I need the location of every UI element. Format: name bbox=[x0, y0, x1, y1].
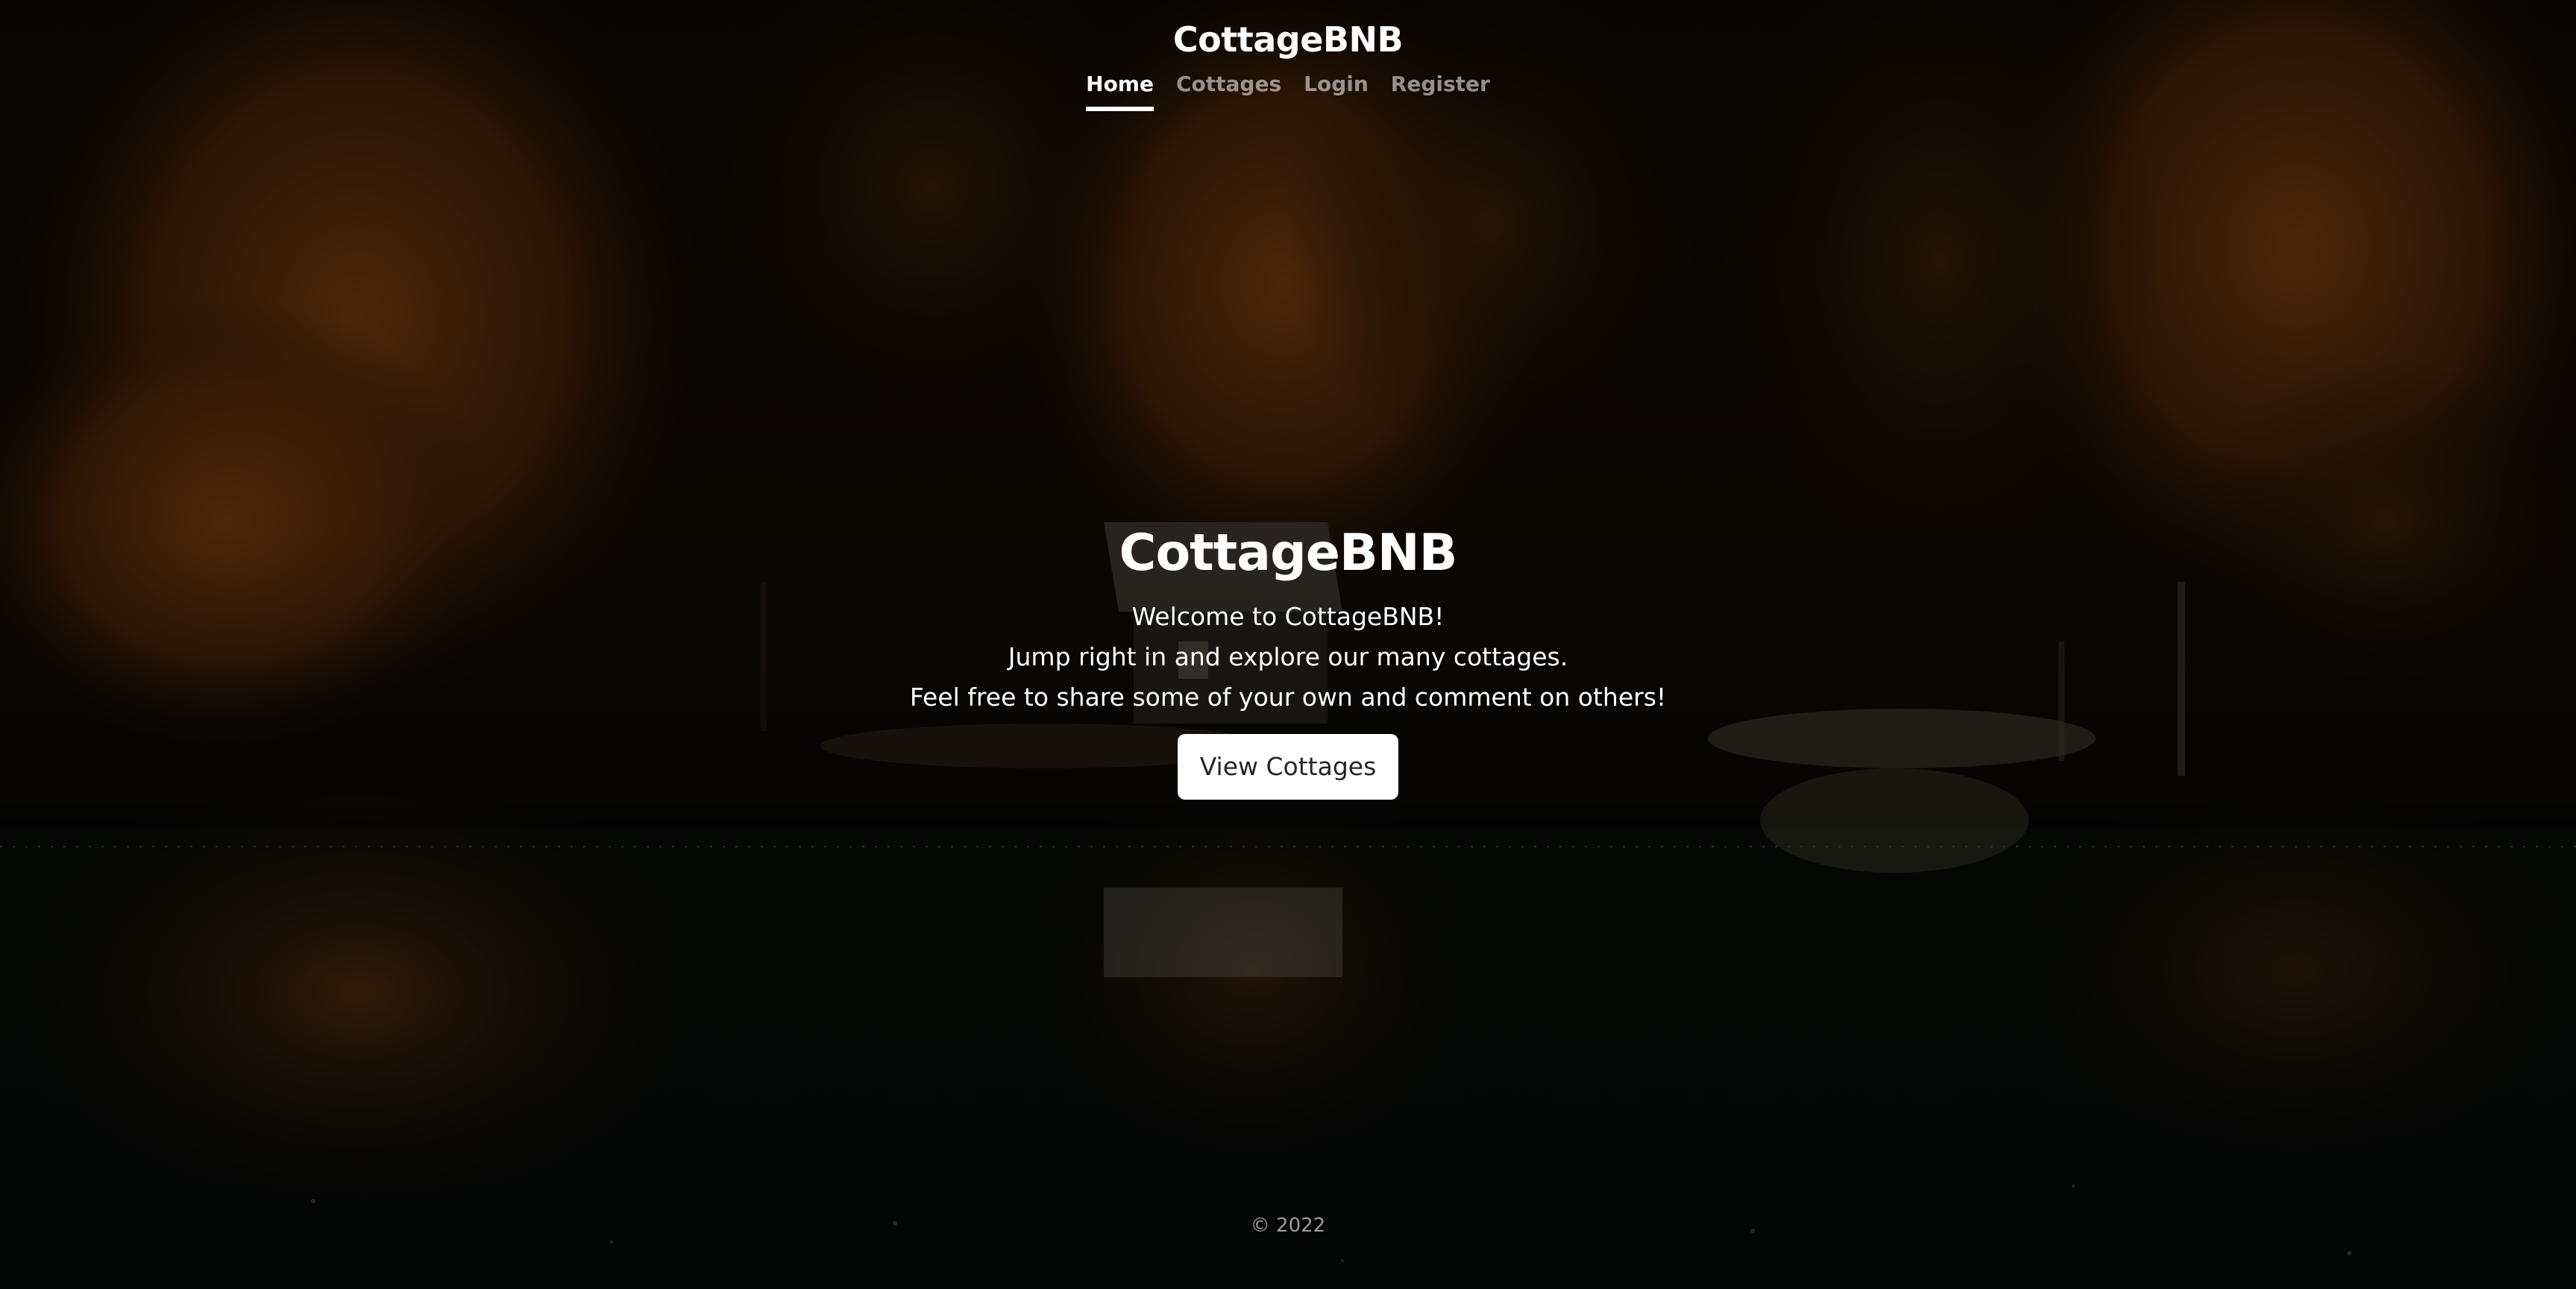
hero-text: Welcome to CottageBNB! Jump right in and… bbox=[0, 597, 2576, 718]
hero-title: CottageBNB bbox=[1119, 524, 1458, 583]
nav-home-link[interactable]: Home bbox=[1086, 72, 1154, 111]
nav-cottages-link[interactable]: Cottages bbox=[1176, 72, 1281, 111]
site-header: CottageBNB Home Cottages Login Register bbox=[0, 0, 2576, 119]
nav-register-link[interactable]: Register bbox=[1391, 72, 1490, 111]
hero-share-line: Feel free to share some of your own and … bbox=[909, 683, 1667, 712]
brand-title: CottageBNB bbox=[1172, 19, 1404, 60]
hero-section: CottageBNB Welcome to CottageBNB! Jump r… bbox=[0, 522, 2576, 800]
nav-login-link[interactable]: Login bbox=[1304, 72, 1369, 111]
main-nav: Home Cottages Login Register bbox=[0, 72, 2576, 111]
view-cottages-button[interactable]: View Cottages bbox=[1177, 734, 1399, 800]
footer-copyright: © 2022 bbox=[1250, 1214, 1326, 1237]
hero-explore-line: Jump right in and explore our many cotta… bbox=[1008, 642, 1568, 671]
hero-welcome-line: Welcome to CottageBNB! bbox=[1131, 602, 1445, 631]
